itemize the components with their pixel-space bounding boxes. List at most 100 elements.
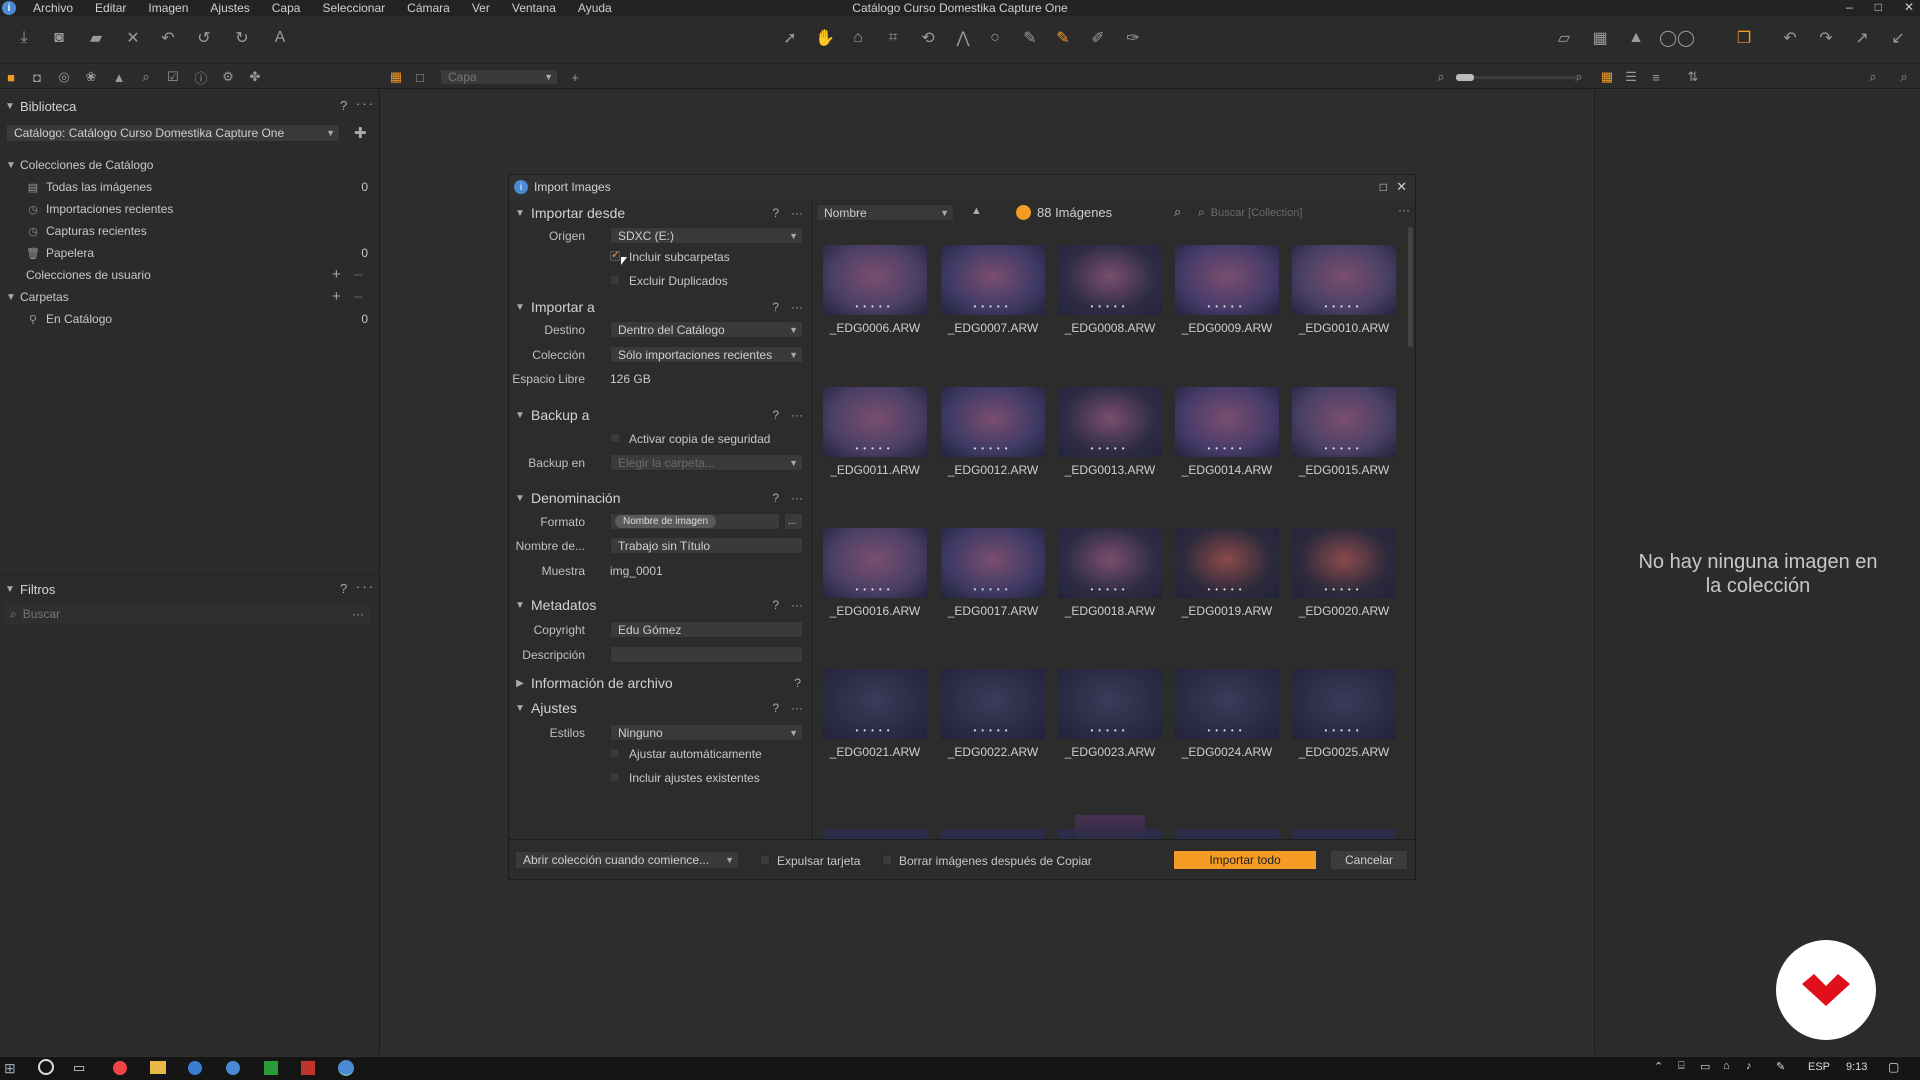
rating-dots[interactable]: ••••• — [823, 302, 927, 311]
help-icon[interactable]: ? — [340, 581, 349, 596]
browser-search-icon[interactable]: ⌕ — [1895, 68, 1913, 86]
thumbnail-image[interactable]: ••••• — [1058, 528, 1162, 598]
apply-adjust-icon[interactable]: ↙ — [1886, 26, 1910, 50]
description-input[interactable] — [610, 646, 803, 663]
thumbnail-image[interactable]: ••••• — [1292, 387, 1396, 457]
rating-dots[interactable]: ••••• — [823, 726, 927, 735]
thumbnail-image-partial[interactable] — [941, 829, 1045, 839]
process-icon[interactable]: ▰ — [84, 26, 108, 50]
reset-icon[interactable]: ↶ — [156, 26, 180, 50]
menu-ventana[interactable]: Ventana — [501, 1, 567, 15]
rating-dots[interactable]: ••••• — [941, 302, 1045, 311]
import-from-header[interactable]: ▼ Importar desde ? ··· — [509, 202, 813, 224]
warning-icon[interactable]: ▲ — [1624, 26, 1648, 50]
thumbnail-image-partial[interactable] — [823, 829, 927, 839]
styles-select[interactable]: Ninguno ▼ — [610, 724, 803, 741]
cortana-icon[interactable] — [38, 1059, 54, 1075]
grid-search-input[interactable]: ⌕ Buscar [Collection] — [1198, 204, 1388, 221]
rating-dots[interactable]: ••••• — [941, 444, 1045, 453]
undo-icon[interactable]: ↺ — [192, 26, 216, 50]
library-tab-icon[interactable]: ■ — [2, 68, 20, 86]
catalog-collections-header[interactable]: ▼ Colecciones de Catálogo — [6, 154, 386, 176]
app-pinned-icon[interactable] — [188, 1061, 202, 1075]
grid-overlay-icon[interactable]: ▦ — [1588, 26, 1612, 50]
more-icon[interactable]: ··· — [791, 491, 803, 505]
exposure-tab-icon[interactable]: ▲ — [110, 68, 128, 86]
rating-dots[interactable]: ••••• — [941, 585, 1045, 594]
backup-location-select[interactable]: Elegir la carpeta... ▼ — [610, 454, 803, 471]
rating-dots[interactable]: ••••• — [941, 726, 1045, 735]
help-icon[interactable]: ? — [772, 491, 779, 505]
remove-collection-icon[interactable]: – — [354, 266, 364, 283]
add-catalog-icon[interactable]: ✚ — [354, 124, 369, 142]
close-icon[interactable]: ✕ — [1904, 0, 1914, 14]
redo-icon[interactable]: ↻ — [230, 26, 254, 50]
open-collection-select[interactable]: Abrir colección cuando comience... ▼ — [515, 851, 739, 869]
thumbnail-image[interactable]: ••••• — [1292, 528, 1396, 598]
app-icon[interactable]: i — [2, 1, 16, 15]
more-icon[interactable]: ··· — [791, 300, 803, 314]
adjustments-tab-icon[interactable]: ☑ — [164, 68, 182, 86]
thumbnail-image[interactable]: ••••• — [823, 528, 927, 598]
tray-pen-icon[interactable]: ✎ — [1776, 1060, 1785, 1073]
add-folder-icon[interactable]: + — [332, 288, 343, 305]
eject-card-checkbox[interactable] — [760, 855, 770, 865]
layer-select[interactable]: Capa ▼ — [440, 69, 558, 85]
maximize-icon[interactable]: □ — [1380, 180, 1387, 194]
thumbnail-image[interactable]: ••••• — [1292, 245, 1396, 315]
copyright-input[interactable]: Edu Gómez — [610, 621, 803, 638]
tray-usb-icon[interactable]: ⌸ — [1678, 1060, 1685, 1073]
menu-capa[interactable]: Capa — [261, 1, 312, 15]
zoom-slider[interactable] — [1456, 74, 1576, 81]
rating-dots[interactable]: ••••• — [1292, 726, 1396, 735]
thumbnail-image[interactable]: ••••• — [1058, 669, 1162, 739]
task-view-icon[interactable]: ▭ — [73, 1060, 85, 1076]
help-icon[interactable]: ? — [772, 598, 779, 612]
thumbnail-image[interactable]: ••••• — [1175, 387, 1279, 457]
metadata-tab-icon[interactable]: ⓘ — [192, 68, 210, 86]
menu-ajustes[interactable]: Ajustes — [199, 1, 260, 15]
help-icon[interactable]: ? — [794, 676, 801, 690]
browser-detail-icon[interactable]: ≡ — [1647, 68, 1665, 86]
proof-icon[interactable]: ▱ — [1552, 26, 1576, 50]
notifications-icon[interactable]: ▢ — [1888, 1060, 1899, 1074]
thumbnail-image[interactable]: ••••• — [941, 245, 1045, 315]
spot-icon[interactable]: ○ — [983, 26, 1007, 50]
sort-direction-icon[interactable]: ▲ — [971, 205, 982, 217]
rating-dots[interactable]: ••••• — [1058, 585, 1162, 594]
thumbnail-image-partial[interactable] — [1292, 829, 1396, 839]
more-icon[interactable]: ··· — [1398, 203, 1410, 217]
windows-start-icon[interactable]: ⊞ — [4, 1060, 16, 1077]
tree-item-recent-captures[interactable]: ◷ Capturas recientes — [26, 220, 380, 242]
brush-icon[interactable]: ✎ — [1051, 26, 1075, 50]
thumbnail-image[interactable]: ••••• — [1175, 528, 1279, 598]
origin-select[interactable]: SDXC (E:) ▼ — [610, 227, 803, 244]
maximize-icon[interactable]: □ — [1875, 0, 1882, 14]
tray-chevron-icon[interactable]: ⌃ — [1654, 1060, 1663, 1073]
import-to-header[interactable]: ▼ Importar a ? ··· — [509, 296, 813, 318]
file-info-header[interactable]: ▶ Información de archivo ? — [509, 672, 813, 694]
rotate-icon[interactable]: ⟲ — [916, 26, 940, 50]
rating-dots[interactable]: ••••• — [1175, 444, 1279, 453]
green-app-icon[interactable] — [264, 1061, 278, 1075]
capture-one-active-icon[interactable] — [338, 1060, 354, 1076]
sort-icon[interactable]: ⇅ — [1684, 68, 1702, 86]
thumbnail-image[interactable]: ••••• — [823, 669, 927, 739]
add-collection-icon[interactable]: + — [332, 266, 343, 283]
red-app-icon[interactable] — [301, 1061, 315, 1075]
backup-header[interactable]: ▼ Backup a ? ··· — [509, 404, 813, 426]
eraser-icon[interactable]: ✐ — [1086, 26, 1110, 50]
glasses-icon[interactable]: ◯◯ — [1659, 26, 1695, 50]
delete-icon[interactable]: ✕ — [121, 26, 145, 50]
more-icon[interactable]: ··· — [356, 96, 375, 111]
collection-select[interactable]: Sólo importaciones recientes ▼ — [610, 346, 803, 363]
more-icon[interactable]: ··· — [791, 206, 803, 220]
zoom-slider-handle[interactable] — [1456, 74, 1474, 81]
rating-dots[interactable]: ••••• — [823, 585, 927, 594]
lens-tab-icon[interactable]: ◎ — [55, 68, 73, 86]
tree-item-recent-imports[interactable]: ◷ Importaciones recientes — [26, 198, 380, 220]
tray-volume-icon[interactable]: ♪ — [1746, 1060, 1752, 1072]
filters-header[interactable]: ▼ Filtros — [0, 578, 380, 600]
thumbnail-image[interactable]: ••••• — [823, 387, 927, 457]
format-field[interactable]: Nombre de imagen — [610, 513, 780, 530]
